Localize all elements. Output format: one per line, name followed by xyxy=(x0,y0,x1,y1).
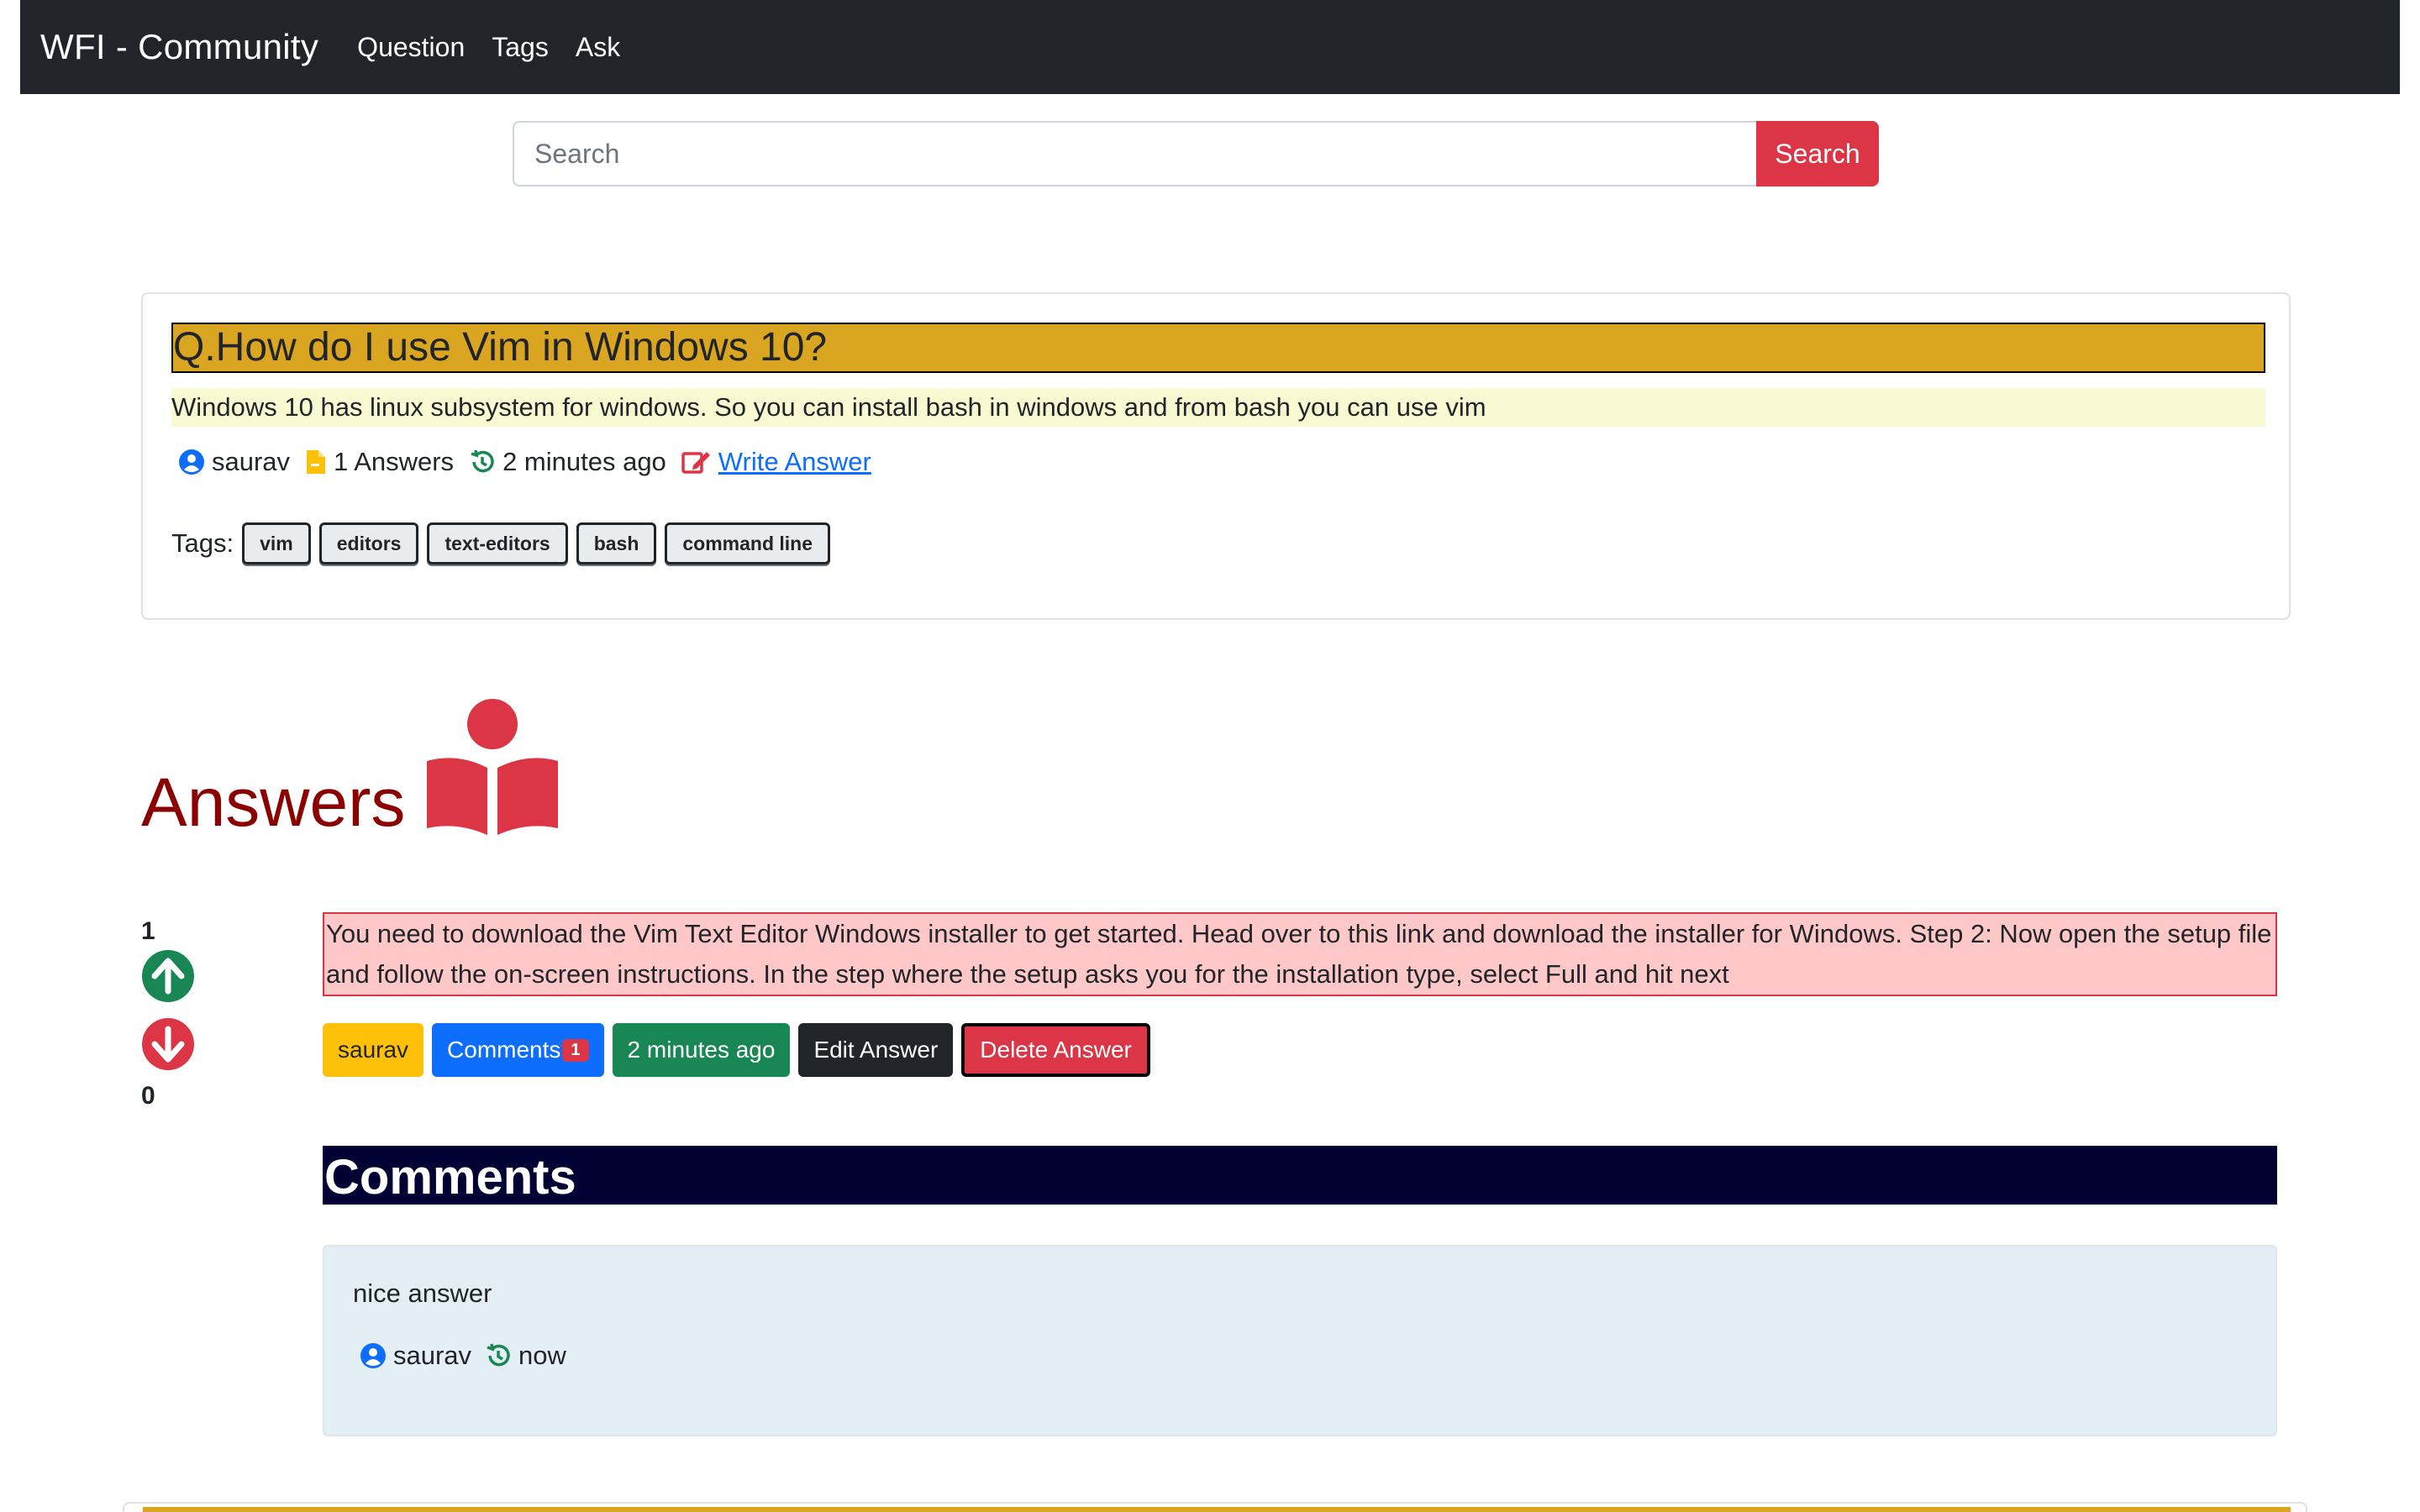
question-tags: Tags: vim editors text-editors bash comm… xyxy=(171,522,831,564)
history-icon xyxy=(487,1343,510,1367)
comment-time: now xyxy=(485,1341,566,1371)
comments-count-badge: 1 xyxy=(562,1038,589,1062)
write-answer-link[interactable]: Write Answer xyxy=(718,447,871,477)
next-question-title-strip xyxy=(143,1507,2291,1512)
downvote-count: 0 xyxy=(141,1082,155,1110)
nav-link-ask[interactable]: Ask xyxy=(576,32,620,63)
question-body: Windows 10 has linux subsystem for windo… xyxy=(171,388,2265,427)
comment-author: saurav xyxy=(360,1341,471,1371)
upvote-count: 1 xyxy=(141,917,155,945)
answers-heading: Answers xyxy=(141,697,561,845)
navbar: WFI - Community Question Tags Ask xyxy=(20,0,2400,94)
question-meta: saurav 1 Answers 2 minutes ago Write Ans… xyxy=(178,437,886,487)
comment-text: nice answer xyxy=(353,1278,492,1308)
delete-answer-button[interactable]: Delete Answer xyxy=(961,1023,1150,1077)
search-input[interactable] xyxy=(513,121,1756,186)
comments-button[interactable]: Comments 1 xyxy=(432,1023,604,1077)
vote-column: 1 0 xyxy=(141,917,200,1110)
book-reader-icon xyxy=(427,699,559,835)
answer-time-button[interactable]: 2 minutes ago xyxy=(612,1023,791,1077)
file-icon xyxy=(307,450,326,474)
answer-body: You need to download the Vim Text Editor… xyxy=(323,912,2277,996)
comment-author-name: saurav xyxy=(393,1341,472,1370)
answers-title: Answers xyxy=(141,764,406,841)
nav-link-tags[interactable]: Tags xyxy=(492,32,549,63)
history-icon xyxy=(471,449,494,473)
question-card: Q.How do I use Vim in Windows 10? Window… xyxy=(141,292,2291,620)
next-question-card xyxy=(123,1502,2307,1512)
answer-author-button[interactable]: saurav xyxy=(323,1023,424,1077)
tags-label: Tags: xyxy=(171,528,234,558)
arrow-down-circle-icon[interactable] xyxy=(141,1017,195,1071)
search-button[interactable]: Search xyxy=(1756,121,1879,186)
comment-meta: saurav now xyxy=(360,1331,580,1381)
nav-link-question[interactable]: Question xyxy=(357,32,465,63)
nav-links: Question Tags Ask xyxy=(357,32,620,63)
question-author: saurav xyxy=(178,447,290,477)
comment-time-label: now xyxy=(518,1341,566,1370)
answer-actions: saurav Comments 1 2 minutes ago Edit Ans… xyxy=(323,1023,1159,1079)
edit-answer-button[interactable]: Edit Answer xyxy=(798,1023,954,1077)
question-time-label: 2 minutes ago xyxy=(502,447,666,476)
comments-heading: Comments xyxy=(323,1146,2277,1205)
search-bar: Search xyxy=(513,121,1879,186)
tag-text-editors[interactable]: text-editors xyxy=(427,522,568,564)
tag-editors[interactable]: editors xyxy=(318,522,419,564)
question-time: 2 minutes ago xyxy=(469,447,666,477)
write-answer[interactable]: Write Answer xyxy=(681,447,871,477)
question-title: Q.How do I use Vim in Windows 10? xyxy=(171,323,2265,373)
edit-icon xyxy=(681,452,710,474)
comment-card: nice answer saurav now xyxy=(323,1245,2277,1436)
arrow-up-circle-icon[interactable] xyxy=(141,949,195,1003)
question-answers-label: 1 Answers xyxy=(334,447,455,476)
comments-button-label: Comments xyxy=(447,1037,561,1063)
user-circle-icon xyxy=(360,1343,386,1368)
question-author-name: saurav xyxy=(212,447,291,476)
tag-vim[interactable]: vim xyxy=(242,522,311,564)
brand-logo[interactable]: WFI - Community xyxy=(40,27,318,67)
user-circle-icon xyxy=(179,449,204,475)
tag-bash[interactable]: bash xyxy=(576,522,657,564)
question-answers-count: 1 Answers xyxy=(305,447,454,477)
tag-command-line[interactable]: command line xyxy=(665,522,831,564)
